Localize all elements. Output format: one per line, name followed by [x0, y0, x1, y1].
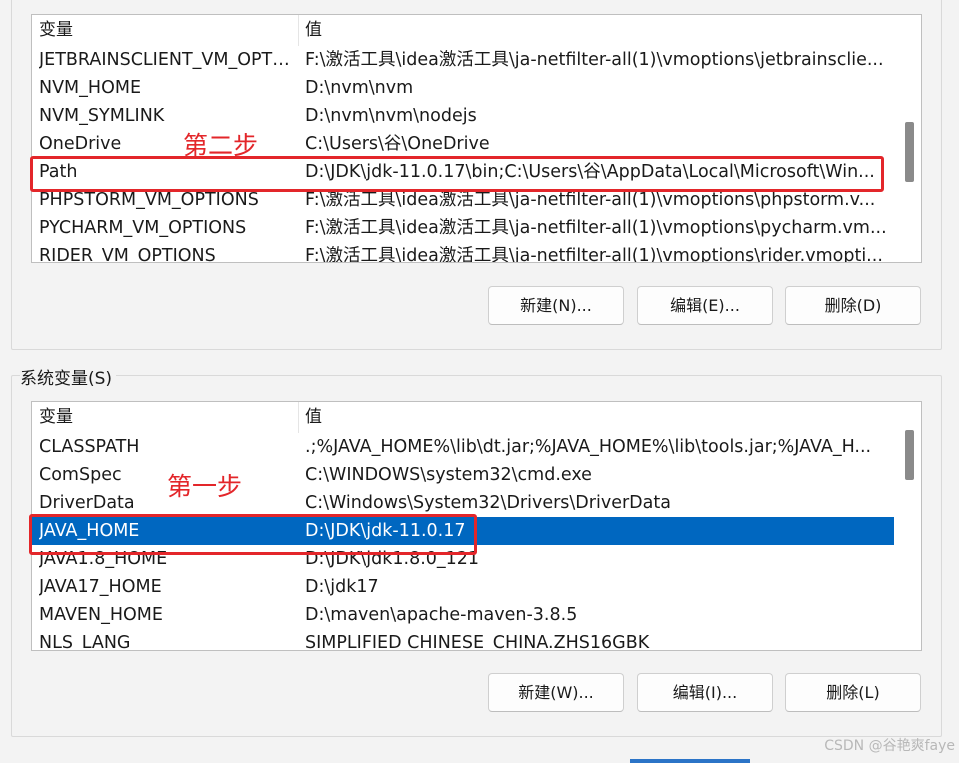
- var-value: D:\nvm\nvm\nodejs: [305, 106, 477, 126]
- var-value: C:\Users\谷\OneDrive: [305, 134, 490, 154]
- vertical-scrollbar[interactable]: [899, 402, 921, 650]
- table-row[interactable]: CLASSPATH .;%JAVA_HOME%\lib\dt.jar;%JAVA_…: [32, 433, 894, 461]
- column-divider[interactable]: [298, 402, 299, 433]
- table-row[interactable]: DriverData C:\Windows\System32\Drivers\Dr…: [32, 489, 894, 517]
- system-edit-button[interactable]: 编辑(I)...: [637, 673, 773, 712]
- var-value: C:\WINDOWS\system32\cmd.exe: [305, 465, 592, 485]
- system-delete-button[interactable]: 删除(L): [785, 673, 921, 712]
- var-name: ComSpec: [39, 465, 122, 485]
- table-row[interactable]: NLS_LANG SIMPLIFIED CHINESE_CHINA.ZHS16GB…: [32, 629, 894, 651]
- var-value: F:\激活工具\idea激活工具\ja-netfilter-all(1)\vmo…: [305, 50, 884, 70]
- column-header-name[interactable]: 变量: [39, 15, 73, 46]
- var-value: D:\maven\apache-maven-3.8.5: [305, 605, 578, 625]
- user-edit-button[interactable]: 编辑(E)...: [637, 286, 773, 325]
- table-row[interactable]: ComSpec C:\WINDOWS\system32\cmd.exe: [32, 461, 894, 489]
- scroll-thumb[interactable]: [905, 430, 914, 480]
- var-name: JAVA17_HOME: [39, 577, 162, 597]
- var-value: F:\激活工具\idea激活工具\ja-netfilter-all(1)\vmo…: [305, 246, 883, 263]
- column-header-value[interactable]: 值: [305, 402, 322, 433]
- table-row[interactable]: JETBRAINSCLIENT_VM_OPTI... F:\激活工具\idea激活…: [32, 46, 894, 74]
- var-name: NVM_HOME: [39, 78, 142, 98]
- list-header: 变量 值: [32, 15, 921, 46]
- table-row[interactable]: JAVA17_HOME D:\jdk17: [32, 573, 894, 601]
- column-header-value[interactable]: 值: [305, 15, 322, 46]
- table-row[interactable]: OneDrive C:\Users\谷\OneDrive: [32, 130, 894, 158]
- system-variables-title: 系统变量(S): [20, 364, 117, 389]
- java-home-highlight-box: [29, 514, 477, 555]
- var-name: JETBRAINSCLIENT_VM_OPTI...: [39, 50, 291, 70]
- system-new-button[interactable]: 新建(W)...: [488, 673, 624, 712]
- user-new-button[interactable]: 新建(N)...: [488, 286, 624, 325]
- var-name: CLASSPATH: [39, 437, 140, 457]
- list-header: 变量 值: [32, 402, 921, 433]
- var-value: C:\Windows\System32\Drivers\DriverData: [305, 493, 671, 513]
- table-row[interactable]: RIDER_VM_OPTIONS F:\激活工具\idea激活工具\ja-netf…: [32, 242, 894, 263]
- table-row[interactable]: NVM_SYMLINK D:\nvm\nvm\nodejs: [32, 102, 894, 130]
- var-name: DriverData: [39, 493, 135, 513]
- step-one-label: 第一步: [167, 472, 243, 501]
- var-value: F:\激活工具\idea激活工具\ja-netfilter-all(1)\vmo…: [305, 218, 887, 238]
- vertical-scrollbar[interactable]: [899, 15, 921, 262]
- var-name: MAVEN_HOME: [39, 605, 163, 625]
- table-row[interactable]: MAVEN_HOME D:\maven\apache-maven-3.8.5: [32, 601, 894, 629]
- var-value: .;%JAVA_HOME%\lib\dt.jar;%JAVA_HOME%\lib…: [305, 437, 872, 457]
- table-row[interactable]: PYCHARM_VM_OPTIONS F:\激活工具\idea激活工具\ja-ne…: [32, 214, 894, 242]
- column-header-name[interactable]: 变量: [39, 402, 73, 433]
- scroll-thumb[interactable]: [905, 122, 914, 182]
- var-value: D:\nvm\nvm: [305, 78, 414, 98]
- var-name: NLS_LANG: [39, 633, 131, 651]
- var-value: SIMPLIFIED CHINESE_CHINA.ZHS16GBK: [305, 633, 650, 651]
- table-row[interactable]: NVM_HOME D:\nvm\nvm: [32, 74, 894, 102]
- var-name: PYCHARM_VM_OPTIONS: [39, 218, 247, 238]
- var-value: D:\jdk17: [305, 577, 379, 597]
- column-divider[interactable]: [298, 15, 299, 46]
- var-name: RIDER_VM_OPTIONS: [39, 246, 216, 263]
- watermark: CSDN @谷艳爽faye: [824, 738, 955, 754]
- ok-button-edge[interactable]: [630, 759, 750, 763]
- user-delete-button[interactable]: 删除(D): [785, 286, 921, 325]
- path-highlight-box: [30, 156, 884, 192]
- user-variables-list[interactable]: 变量 值 JETBRAINSCLIENT_VM_OPTI... F:\激活工具\i…: [31, 14, 922, 263]
